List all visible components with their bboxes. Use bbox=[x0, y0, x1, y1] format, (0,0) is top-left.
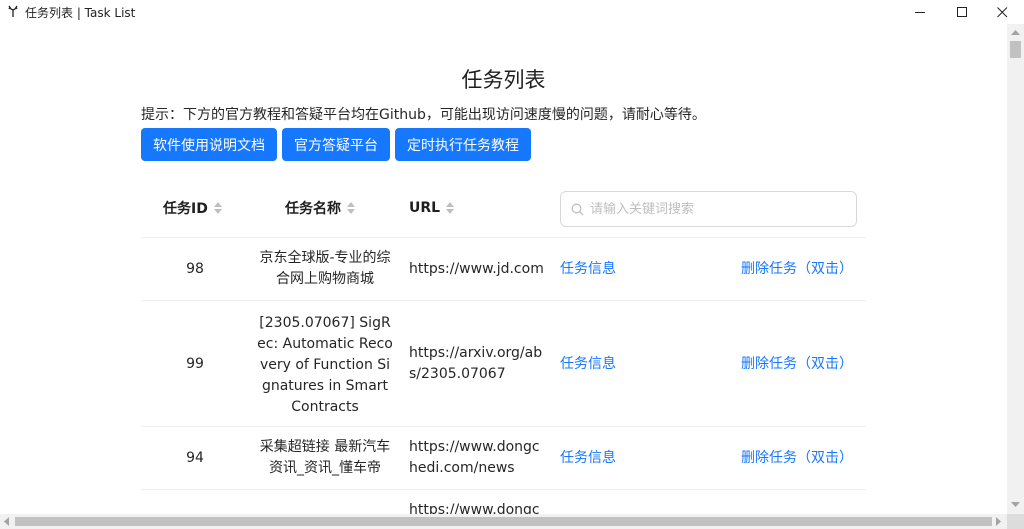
task-name: 采集超链接 最新汽车资讯_资讯_懂车帝 bbox=[259, 439, 391, 476]
table-row: 99 [2305.07067] SigRec: Automatic Recove… bbox=[141, 301, 866, 427]
app-deer-icon bbox=[8, 5, 18, 17]
table-header: 任务ID 任务名称 URL bbox=[141, 178, 866, 238]
close-icon bbox=[996, 6, 1007, 17]
delete-task-link[interactable]: 删除任务（双击） bbox=[741, 259, 853, 280]
task-id: 99 bbox=[186, 356, 204, 372]
horizontal-scrollbar[interactable] bbox=[0, 514, 1007, 529]
task-url: https://www.jd.com bbox=[409, 261, 544, 277]
vertical-scrollbar[interactable] bbox=[1007, 24, 1024, 514]
sort-icon bbox=[347, 202, 355, 214]
column-header-id-label: 任务ID bbox=[163, 201, 208, 217]
task-id: 98 bbox=[186, 261, 204, 277]
column-header-url-label: URL bbox=[409, 200, 441, 216]
delete-task-link[interactable]: 删除任务（双击） bbox=[741, 448, 853, 469]
column-header-name[interactable]: 任务名称 bbox=[285, 178, 355, 238]
table-row: 94 采集超链接 最新汽车资讯_资讯_懂车帝 https://www.dongc… bbox=[141, 427, 866, 490]
task-info-link[interactable]: 任务信息 bbox=[560, 448, 616, 469]
scroll-right-arrow-icon[interactable] bbox=[996, 517, 1002, 526]
minimize-icon bbox=[914, 11, 925, 13]
column-header-url[interactable]: URL bbox=[409, 178, 455, 238]
sort-icon bbox=[213, 202, 222, 214]
task-name: [2305.07067] SigRec: Automatic Recovery … bbox=[257, 315, 393, 415]
page-viewport: 任务列表 提示：下方的官方教程和答疑平台均在Github，可能出现访问速度慢的问… bbox=[0, 24, 1007, 514]
schedule-tutorial-button[interactable]: 定时执行任务教程 bbox=[395, 128, 531, 161]
sort-icon bbox=[446, 202, 455, 214]
window-title: 任务列表 | Task List bbox=[25, 6, 136, 20]
search-box[interactable] bbox=[560, 191, 857, 227]
qa-platform-button[interactable]: 官方答疑平台 bbox=[282, 128, 390, 161]
scroll-down-arrow-icon[interactable] bbox=[1011, 502, 1020, 508]
task-info-link[interactable]: 任务信息 bbox=[560, 354, 616, 375]
docs-button[interactable]: 软件使用说明文档 bbox=[141, 128, 277, 161]
window-titlebar: 任务列表 | Task List bbox=[0, 0, 1024, 24]
task-id: 94 bbox=[186, 450, 204, 466]
page-title: 任务列表 bbox=[461, 68, 546, 92]
task-info-link[interactable]: 任务信息 bbox=[560, 259, 616, 280]
task-table: 任务ID 任务名称 URL 98 京东全球版-专业的综合网上购物商城 https… bbox=[141, 178, 866, 514]
table-row: https://www.dongchedi.com bbox=[141, 490, 866, 514]
table-row: 98 京东全球版-专业的综合网上购物商城 https://www.jd.com … bbox=[141, 238, 866, 301]
scroll-up-arrow-icon[interactable] bbox=[1011, 30, 1020, 36]
maximize-icon bbox=[956, 6, 967, 17]
minimize-button[interactable] bbox=[898, 0, 942, 24]
column-header-id[interactable]: 任务ID bbox=[163, 178, 222, 238]
horizontal-scroll-thumb[interactable] bbox=[15, 517, 992, 526]
close-button[interactable] bbox=[980, 0, 1024, 24]
tutorial-buttons: 软件使用说明文档 官方答疑平台 定时执行任务教程 bbox=[141, 128, 531, 161]
maximize-button[interactable] bbox=[940, 0, 984, 24]
search-icon bbox=[571, 203, 584, 215]
task-name: 京东全球版-专业的综合网上购物商城 bbox=[259, 250, 391, 287]
scrollbar-corner bbox=[1007, 514, 1024, 529]
search-input[interactable] bbox=[590, 201, 840, 217]
task-url: https://arxiv.org/abs/2305.07067 bbox=[409, 345, 543, 382]
hint-text: 提示：下方的官方教程和答疑平台均在Github，可能出现访问速度慢的问题，请耐心… bbox=[141, 107, 706, 123]
task-url: https://www.dongchedi.com bbox=[409, 502, 540, 514]
task-url: https://www.dongchedi.com/news bbox=[409, 439, 540, 476]
column-header-name-label: 任务名称 bbox=[285, 201, 341, 217]
delete-task-link[interactable]: 删除任务（双击） bbox=[741, 354, 853, 375]
vertical-scroll-thumb[interactable] bbox=[1010, 41, 1021, 58]
scroll-left-arrow-icon[interactable] bbox=[4, 517, 10, 526]
